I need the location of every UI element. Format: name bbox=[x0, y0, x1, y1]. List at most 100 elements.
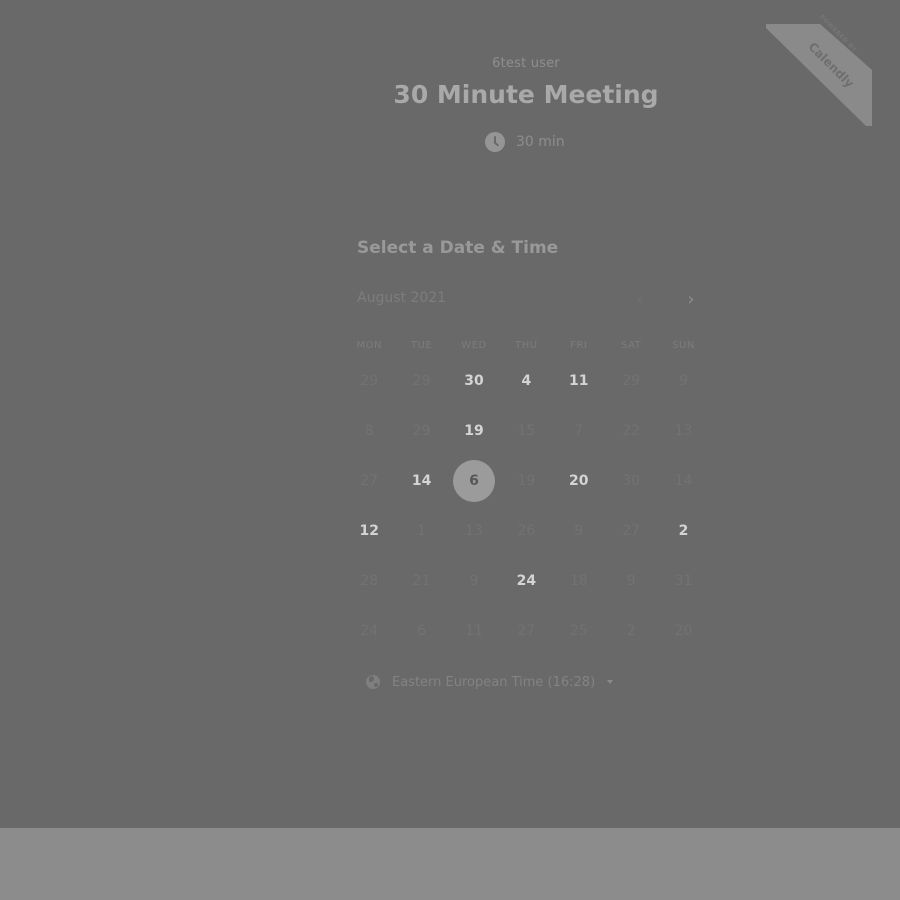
timezone-selector[interactable]: Eastern European Time (16:28) bbox=[366, 672, 614, 692]
badge-ribbon bbox=[766, 24, 872, 126]
unavailable-day: 27 bbox=[500, 606, 552, 656]
day-number: 25 bbox=[569, 623, 588, 639]
weekday-header: WED bbox=[461, 340, 487, 351]
owner-name: 6test user bbox=[492, 56, 560, 71]
unavailable-day: 22 bbox=[605, 406, 657, 456]
weekday-header: MON bbox=[356, 340, 382, 351]
selected-day[interactable]: 6 bbox=[448, 456, 500, 506]
day-number: 15 bbox=[517, 423, 536, 439]
unavailable-day: 1 bbox=[395, 506, 447, 556]
available-day[interactable]: 12 bbox=[343, 506, 395, 556]
day-number: 22 bbox=[622, 423, 641, 439]
weekday-header: THU bbox=[515, 340, 538, 351]
available-day[interactable]: 4 bbox=[500, 356, 552, 406]
day-number: 11 bbox=[465, 623, 483, 639]
month-label: August 2021 bbox=[357, 290, 447, 306]
weekday-header: SAT bbox=[621, 340, 642, 351]
available-day[interactable]: 11 bbox=[553, 356, 605, 406]
next-month-button[interactable]: › bbox=[681, 289, 701, 311]
unavailable-day: 7 bbox=[553, 406, 605, 456]
day-number: 21 bbox=[412, 573, 431, 589]
day-number: 9 bbox=[679, 373, 688, 389]
weekday-header: TUE bbox=[410, 340, 433, 351]
day-number: 11 bbox=[569, 373, 589, 389]
unavailable-day: 30 bbox=[605, 456, 657, 506]
day-number: 4 bbox=[521, 373, 532, 389]
day-number: 29 bbox=[412, 373, 431, 389]
unavailable-day: 6 bbox=[395, 606, 447, 656]
weekday-header: FRI bbox=[570, 340, 588, 351]
day-number: 19 bbox=[464, 423, 484, 439]
day-number: 27 bbox=[360, 473, 379, 489]
available-day[interactable]: 30 bbox=[448, 356, 500, 406]
event-title: 30 Minute Meeting bbox=[393, 80, 659, 109]
unavailable-day: 31 bbox=[657, 556, 709, 606]
booking-panel: 6test user 30 Minute Meeting 30 min POWE… bbox=[0, 0, 900, 828]
day-number: 19 bbox=[517, 473, 536, 489]
available-day[interactable]: 24 bbox=[500, 556, 552, 606]
unavailable-day: 20 bbox=[657, 606, 709, 656]
available-day[interactable]: 2 bbox=[657, 506, 709, 556]
day-number: 9 bbox=[626, 573, 636, 589]
weekday-header: SUN bbox=[672, 340, 695, 351]
available-day[interactable]: 19 bbox=[448, 406, 500, 456]
day-number: 24 bbox=[360, 623, 379, 639]
day-number: 24 bbox=[516, 573, 537, 589]
day-number: 30 bbox=[622, 473, 641, 489]
unavailable-day: 18 bbox=[553, 556, 605, 606]
day-number: 29 bbox=[412, 423, 431, 439]
clock-icon bbox=[485, 132, 505, 152]
globe-icon bbox=[366, 675, 380, 689]
unavailable-day: 26 bbox=[500, 506, 552, 556]
unavailable-day: 13 bbox=[448, 506, 500, 556]
available-day[interactable]: 20 bbox=[553, 456, 605, 506]
event-duration: 30 min bbox=[485, 132, 565, 152]
unavailable-day: 29 bbox=[605, 356, 657, 406]
day-number: 26 bbox=[517, 523, 536, 539]
unavailable-day: 21 bbox=[395, 556, 447, 606]
day-number: 14 bbox=[411, 473, 432, 489]
day-number: 20 bbox=[569, 473, 589, 489]
unavailable-day: 29 bbox=[343, 356, 395, 406]
day-number: 1 bbox=[417, 523, 427, 539]
unavailable-day: 24 bbox=[343, 606, 395, 656]
day-number: 12 bbox=[359, 523, 379, 539]
calendar-grid: MON TUE WED THU FRI SAT SUN 29 29 30 4 11 29 9 8 29 19 15… bbox=[343, 336, 709, 656]
unavailable-day: 9 bbox=[657, 356, 709, 406]
day-number: 7 bbox=[574, 423, 584, 439]
unavailable-day: 19 bbox=[500, 456, 552, 506]
day-number: 29 bbox=[622, 373, 641, 389]
day-number: 8 bbox=[364, 423, 374, 439]
day-number: 20 bbox=[674, 623, 693, 639]
day-number: 2 bbox=[626, 623, 636, 639]
day-number: 2 bbox=[678, 523, 689, 539]
day-number: 13 bbox=[465, 523, 483, 539]
unavailable-day: 8 bbox=[343, 406, 395, 456]
section-heading: Select a Date & Time bbox=[357, 238, 559, 258]
day-number: 14 bbox=[674, 473, 693, 489]
unavailable-day: 27 bbox=[343, 456, 395, 506]
unavailable-day: 13 bbox=[657, 406, 709, 456]
day-number: 27 bbox=[622, 523, 641, 539]
day-number: 30 bbox=[464, 373, 484, 389]
duration-text: 30 min bbox=[516, 134, 565, 150]
day-number: 18 bbox=[569, 573, 588, 589]
unavailable-day: 28 bbox=[343, 556, 395, 606]
day-number: 13 bbox=[674, 423, 693, 439]
unavailable-day: 15 bbox=[500, 406, 552, 456]
day-number: 31 bbox=[674, 573, 693, 589]
timezone-label: Eastern European Time (16:28) bbox=[392, 674, 596, 690]
available-day[interactable]: 14 bbox=[395, 456, 447, 506]
day-number: 6 bbox=[452, 460, 495, 502]
day-number: 6 bbox=[417, 623, 427, 639]
unavailable-day: 9 bbox=[553, 506, 605, 556]
unavailable-day: 29 bbox=[395, 356, 447, 406]
unavailable-day: 29 bbox=[395, 406, 447, 456]
day-number: 27 bbox=[517, 623, 536, 639]
prev-month-button[interactable]: ‹ bbox=[630, 289, 650, 311]
day-number: 28 bbox=[360, 573, 379, 589]
unavailable-day: 9 bbox=[605, 556, 657, 606]
day-number: 29 bbox=[360, 373, 379, 389]
powered-by-badge[interactable] bbox=[766, 24, 872, 126]
unavailable-day: 9 bbox=[448, 556, 500, 606]
